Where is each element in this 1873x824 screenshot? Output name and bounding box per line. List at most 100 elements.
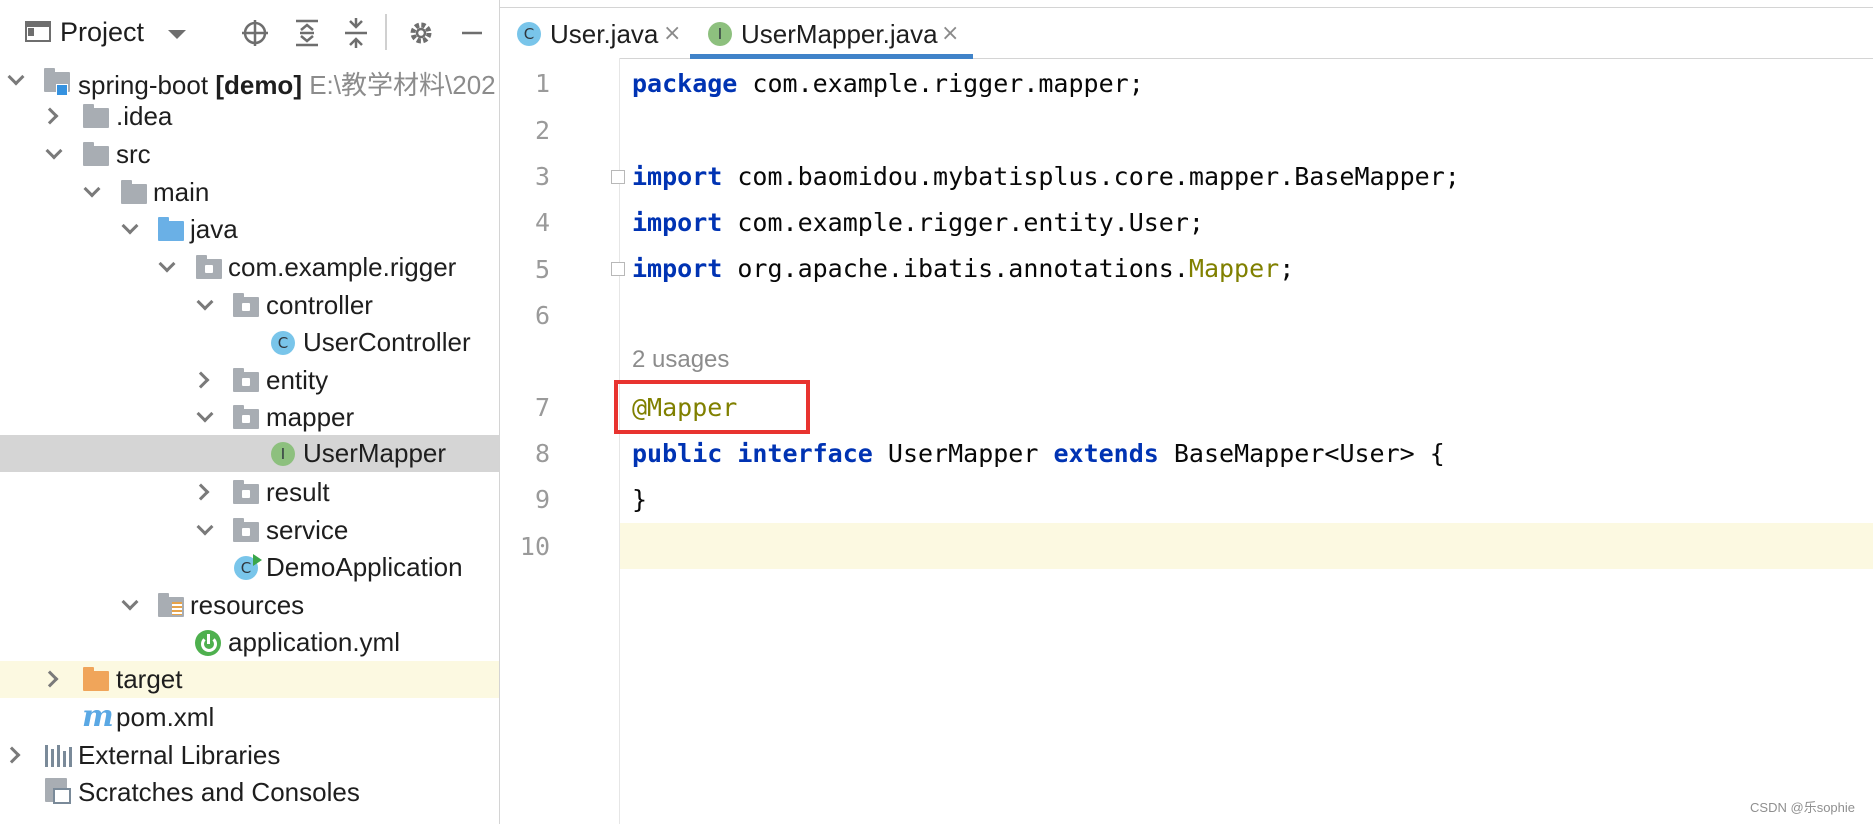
tree-item-scratches[interactable]: Scratches and Consoles [0,774,499,811]
editor-tab-bar: C User.java × I UserMapper.java × [500,8,1873,59]
close-icon[interactable]: × [941,21,959,46]
tree-item-label: src [116,139,151,169]
chevron-right-icon[interactable] [41,107,59,125]
tree-item-idea[interactable]: .idea [0,98,499,135]
tab-usermapper-java[interactable]: I UserMapper.java × [690,8,973,59]
line-number: 6 [534,301,550,330]
libraries-icon [45,743,72,767]
tree-item-pom-xml[interactable]: m pom.xml [0,699,499,736]
tree-item-entity[interactable]: entity [0,362,499,399]
tree-item-label: .idea [116,101,173,131]
package-icon [233,518,259,542]
chevron-down-icon[interactable] [196,405,214,423]
chevron-right-icon[interactable] [41,670,59,688]
tree-item-external-libraries[interactable]: External Libraries [0,737,499,774]
project-window-icon [25,21,51,42]
tree-item-label: pom.xml [116,702,215,732]
tree-item-label: target [116,664,183,694]
tree-item-label: External Libraries [78,740,281,770]
source-folder-icon [158,217,184,241]
tree-item-main[interactable]: main [0,174,499,211]
line-number: 4 [534,208,550,237]
tree-item-label: mapper [266,402,355,432]
line-number-gutter[interactable]: 1 2 3 4 5 6 7 8 9 10 [500,58,620,824]
toolbar-divider [385,14,387,50]
locate-target-icon[interactable] [240,18,270,48]
folder-icon [83,142,109,166]
tree-item-java[interactable]: java [0,211,499,248]
chevron-down-icon[interactable] [196,293,214,311]
module-folder-icon [44,68,70,96]
folder-icon [83,104,109,128]
minimize-icon[interactable] [457,18,487,48]
project-panel-title[interactable]: Project [60,17,144,48]
tree-item-usermapper[interactable]: I UserMapper [0,435,499,472]
code-line-1[interactable]: package com.example.rigger.mapper; [632,69,1144,98]
annotation-highlight-box [614,380,810,434]
code-line-3[interactable]: import com.baomidou.mybatisplus.core.map… [632,162,1460,191]
chevron-right-icon[interactable] [192,371,210,389]
chevron-down-icon[interactable] [83,180,101,198]
line-number: 3 [534,162,550,191]
code-line-9[interactable]: } [632,485,647,514]
chevron-down-icon[interactable] [168,30,186,39]
fold-marker-icon[interactable] [611,262,625,276]
excluded-folder-icon [83,667,109,691]
chevron-down-icon[interactable] [121,217,139,235]
chevron-down-icon[interactable] [158,255,176,273]
chevron-right-icon[interactable] [192,483,210,501]
interface-icon: I [708,22,732,46]
package-icon [233,293,259,317]
line-number: 7 [534,393,550,422]
tree-item-controller[interactable]: controller [0,287,499,324]
tree-item-label: main [153,177,210,207]
tree-item-label: controller [266,290,373,320]
tree-item-service[interactable]: service [0,512,499,549]
tree-item-resources[interactable]: resources [0,587,499,624]
tree-item-label: UserController [303,327,471,357]
gear-icon[interactable] [406,18,436,48]
chevron-down-icon[interactable] [196,518,214,536]
fold-marker-icon[interactable] [611,170,625,184]
tree-item-mapper[interactable]: mapper [0,399,499,436]
tree-item-label: entity [266,365,329,395]
project-panel-header: Project [0,0,499,58]
tab-label: User.java [550,19,659,49]
tree-item-package-root[interactable]: com.example.rigger [0,249,499,286]
tree-item-application-yml[interactable]: application.yml [0,624,499,661]
spring-boot-icon [195,630,221,656]
tree-item-label: Scratches and Consoles [78,777,360,807]
line-number: 9 [534,485,550,514]
tree-item-target[interactable]: target [0,661,499,698]
code-line-5[interactable]: import org.apache.ibatis.annotations.Map… [632,254,1294,283]
chevron-down-icon[interactable] [121,593,139,611]
watermark: CSDN @乐sophie [1750,800,1855,815]
project-tool-window: Project spring-boot [demo] E:\教学材料\202 .… [0,0,500,824]
chevron-right-icon[interactable] [3,746,21,764]
code-line-8[interactable]: public interface UserMapper extends Base… [632,439,1445,468]
package-icon [196,255,222,279]
class-icon: C [517,22,541,46]
close-icon[interactable]: × [663,21,681,46]
package-icon [233,480,259,504]
tree-item-usercontroller[interactable]: C UserController [0,324,499,361]
tree-item-spring-boot[interactable]: spring-boot [demo] E:\教学材料\202 [0,62,499,100]
collapse-all-icon[interactable] [341,18,371,48]
tree-item-demoapplication[interactable]: C DemoApplication [0,549,499,586]
tree-item-src[interactable]: src [0,136,499,173]
code-line-4[interactable]: import com.example.rigger.entity.User; [632,208,1204,237]
tree-item-label: resources [190,590,305,620]
usages-inlay-hint[interactable]: 2 usages [632,346,729,374]
maven-icon: m [82,699,114,734]
tree-item-label: service [266,515,349,545]
resources-folder-icon [158,593,184,617]
line-number: 5 [534,255,550,284]
folder-icon [121,180,147,204]
tree-item-result[interactable]: result [0,474,499,511]
scratches-icon [45,778,71,804]
chevron-down-icon[interactable] [7,68,25,86]
tab-user-java[interactable]: C User.java × [500,8,690,58]
expand-all-icon[interactable] [292,18,322,48]
chevron-down-icon[interactable] [45,142,63,160]
line-number: 1 [534,69,550,98]
